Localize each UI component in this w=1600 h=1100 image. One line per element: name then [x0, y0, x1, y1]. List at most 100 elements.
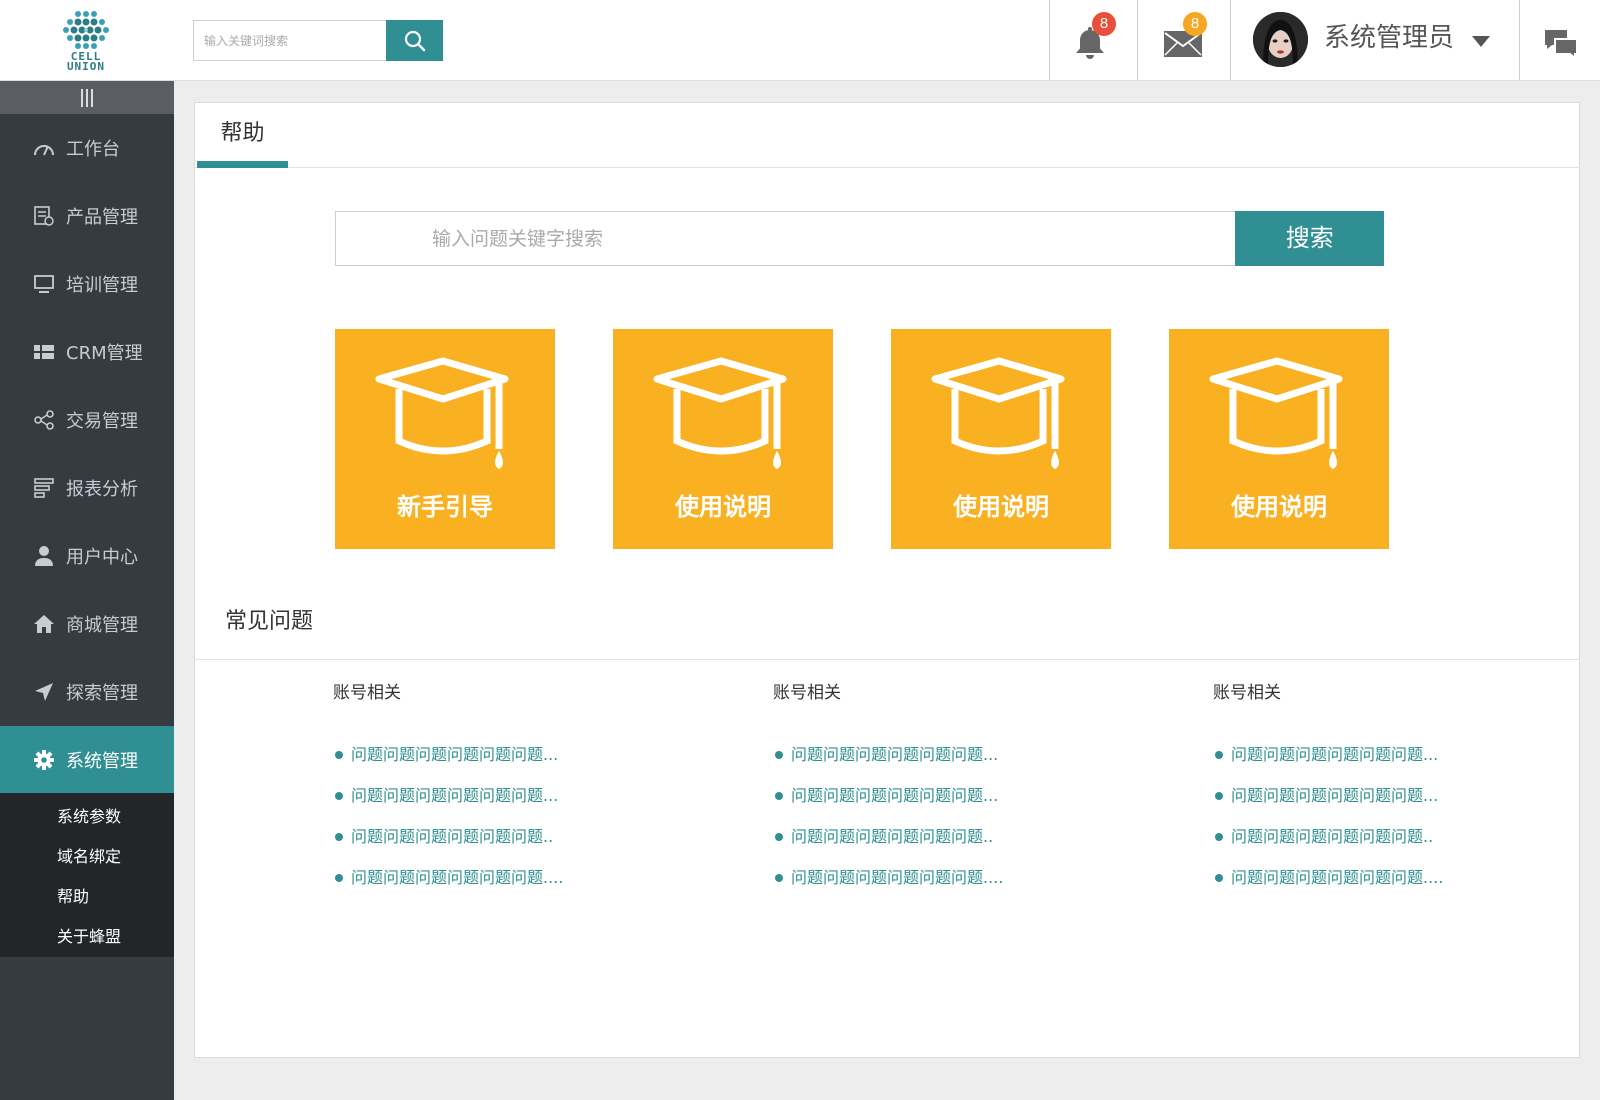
faq-link-text: 问题问题问题问题问题问题... [351, 786, 559, 805]
bullet-dot-icon [775, 751, 783, 759]
sidebar: 工作台 产品管理 培训管理 CRM管理 交易管理 报表分析 用户中心 商城管理 … [0, 81, 174, 1100]
card-usage-guide[interactable]: 使用说明 [891, 329, 1111, 549]
search-icon [404, 30, 425, 51]
faq-link[interactable]: 问题问题问题问题问题问题... [333, 743, 753, 784]
faq-column-title: 账号相关 [333, 683, 401, 703]
bullet-dot-icon [335, 874, 343, 882]
tab-help[interactable]: 帮助 [197, 103, 288, 168]
faq-column-title: 账号相关 [773, 683, 841, 703]
user-icon [32, 544, 56, 568]
faq-link[interactable]: 问题问题问题问题问题问题.... [773, 866, 1193, 907]
top-header: CELL UNION 8 8 [0, 0, 1600, 81]
faq-link[interactable]: 问题问题问题问题问题问题.. [1213, 825, 1600, 866]
faq-column: 账号相关 问题问题问题问题问题问题... 问题问题问题问题问题问题... 问题问… [1213, 681, 1600, 907]
faq-column-title: 账号相关 [1213, 683, 1281, 703]
faq-link-text: 问题问题问题问题问题问题.. [791, 827, 994, 846]
sidebar-item-user-center[interactable]: 用户中心 [0, 522, 174, 590]
top-search-input[interactable] [193, 20, 386, 61]
sidebar-item-label: CRM管理 [66, 343, 143, 364]
faq-link[interactable]: 问题问题问题问题问题问题.... [1213, 866, 1600, 907]
sidebar-item-label: 系统管理 [66, 750, 138, 772]
sidebar-item-explore[interactable]: 探索管理 [0, 658, 174, 726]
messages-badge: 8 [1183, 12, 1207, 36]
faq-list: 问题问题问题问题问题问题... 问题问题问题问题问题问题... 问题问题问题问题… [333, 743, 753, 907]
header-divider [1230, 0, 1231, 80]
graduation-cap-icon [653, 357, 787, 469]
faq-link-text: 问题问题问题问题问题问题... [351, 745, 559, 764]
sidebar-item-label: 交易管理 [66, 411, 138, 432]
faq-link-text: 问题问题问题问题问题问题.... [791, 868, 1004, 887]
question-search-button[interactable]: 搜索 [1235, 211, 1384, 266]
cell-union-logo[interactable]: CELL UNION [56, 8, 116, 74]
faq-link[interactable]: 问题问题问题问题问题问题... [333, 784, 753, 825]
sidebar-subitem-domain-binding[interactable]: 域名绑定 [0, 837, 174, 877]
sidebar-item-label: 工作台 [66, 139, 120, 160]
sidebar-subitem-about[interactable]: 关于蜂盟 [0, 917, 174, 957]
faq-link[interactable]: 问题问题问题问题问题问题.. [773, 825, 1193, 866]
collapse-bars-icon [81, 88, 93, 107]
chat-bubbles-icon [1545, 30, 1578, 61]
sidebar-subitem-system-params[interactable]: 系统参数 [0, 797, 174, 837]
sidebar-item-mall[interactable]: 商城管理 [0, 590, 174, 658]
faq-link[interactable]: 问题问题问题问题问题问题... [1213, 784, 1600, 825]
sidebar-item-product[interactable]: 产品管理 [0, 182, 174, 250]
sidebar-item-label: 商城管理 [66, 615, 138, 636]
grid-list-icon [32, 340, 56, 364]
username-label[interactable]: 系统管理员 [1324, 20, 1454, 56]
faq-link-text: 问题问题问题问题问题问题... [791, 745, 999, 764]
faq-link-text: 问题问题问题问题问题问题.. [351, 827, 554, 846]
help-panel: 帮助 搜索 新手引导 使用说明 [194, 102, 1580, 1058]
sidebar-subitem-help[interactable]: 帮助 [0, 877, 174, 917]
faq-link-text: 问题问题问题问题问题问题.... [1231, 868, 1444, 887]
sidebar-item-report[interactable]: 报表分析 [0, 454, 174, 522]
bullet-dot-icon [335, 751, 343, 759]
card-label: 新手引导 [397, 493, 493, 521]
user-avatar[interactable] [1253, 12, 1308, 67]
sidebar-item-workbench[interactable]: 工作台 [0, 114, 174, 182]
sidebar-item-system[interactable]: 系统管理 [0, 726, 174, 793]
chat-button[interactable] [1544, 28, 1578, 61]
bullet-dot-icon [1215, 833, 1223, 841]
user-dropdown-caret-icon[interactable] [1472, 36, 1490, 47]
dashboard-gauge-icon [32, 136, 56, 160]
header-divider [1137, 0, 1138, 80]
home-icon [32, 612, 56, 636]
share-nodes-icon [32, 408, 56, 432]
card-label: 使用说明 [675, 493, 771, 521]
help-cards: 新手引导 使用说明 使用说明 使用说明 [335, 329, 1390, 549]
card-usage-guide[interactable]: 使用说明 [1169, 329, 1389, 549]
sidebar-toggle-button[interactable] [0, 81, 174, 114]
question-search-input[interactable] [335, 211, 1236, 266]
report-bars-icon [32, 476, 56, 500]
faq-link[interactable]: 问题问题问题问题问题问题.. [333, 825, 753, 866]
logo-text: CELL UNION [56, 51, 116, 72]
faq-link[interactable]: 问题问题问题问题问题问题... [1213, 743, 1600, 784]
sidebar-item-crm[interactable]: CRM管理 [0, 318, 174, 386]
header-divider [1519, 0, 1520, 80]
faq-link[interactable]: 问题问题问题问题问题问题... [773, 743, 1193, 784]
top-search-bar [193, 20, 443, 61]
faq-list: 问题问题问题问题问题问题... 问题问题问题问题问题问题... 问题问题问题问题… [773, 743, 1193, 907]
logo-hexagon-icon [63, 11, 109, 49]
faq-link-text: 问题问题问题问题问题问题... [1231, 786, 1439, 805]
monitor-icon [32, 272, 56, 296]
faq-link-text: 问题问题问题问题问题问题.... [351, 868, 564, 887]
faq-link[interactable]: 问题问题问题问题问题问题.... [333, 866, 753, 907]
sidebar-submenu: 系统参数 域名绑定 帮助 关于蜂盟 [0, 793, 174, 957]
graduation-cap-icon [375, 357, 509, 469]
faq-link[interactable]: 问题问题问题问题问题问题... [773, 784, 1193, 825]
header-divider [1049, 0, 1050, 80]
card-usage-guide[interactable]: 使用说明 [613, 329, 833, 549]
top-search-button[interactable] [386, 20, 443, 61]
notifications-badge: 8 [1092, 12, 1116, 36]
faq-divider [195, 659, 1579, 660]
faq-link-text: 问题问题问题问题问题问题.. [1231, 827, 1434, 846]
faq-section-title: 常见问题 [225, 609, 314, 634]
sidebar-item-training[interactable]: 培训管理 [0, 250, 174, 318]
card-beginner-guide[interactable]: 新手引导 [335, 329, 555, 549]
bullet-dot-icon [1215, 751, 1223, 759]
sidebar-item-trade[interactable]: 交易管理 [0, 386, 174, 454]
bullet-dot-icon [1215, 874, 1223, 882]
faq-link-text: 问题问题问题问题问题问题... [791, 786, 999, 805]
sidebar-item-label: 用户中心 [66, 547, 138, 568]
